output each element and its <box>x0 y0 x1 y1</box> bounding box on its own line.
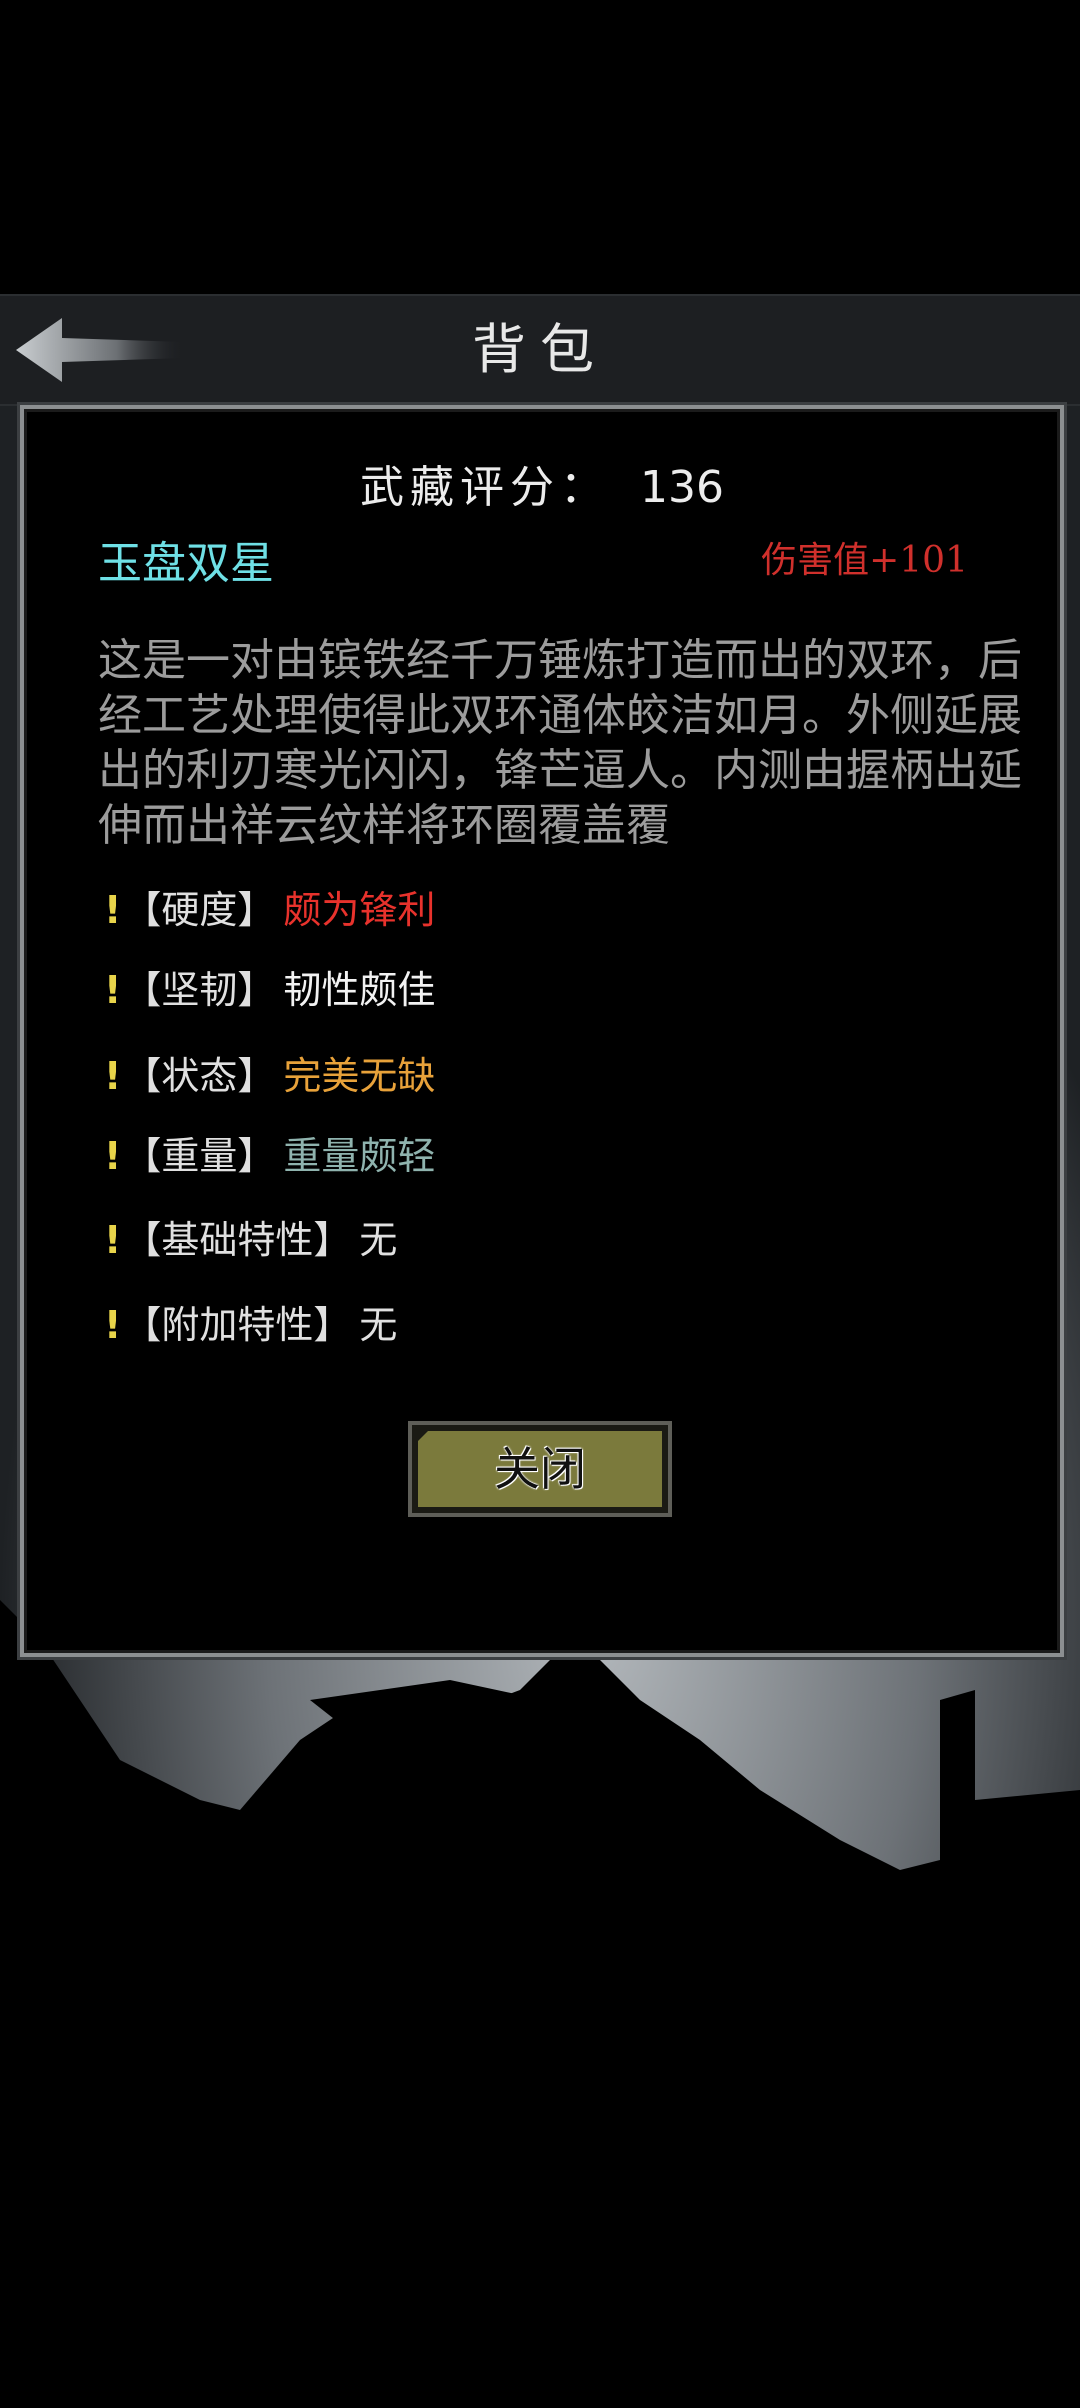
attr-toughness: !【坚韧】 韧性颇佳 <box>104 959 435 1014</box>
attr-value: 无 <box>359 1218 398 1262</box>
item-detail-panel: 武藏评分： 136 玉盘双星 伤害值+101 这是一对由镔铁经千万锤炼打造而出的双… <box>20 405 1064 1657</box>
exclamation-icon: ! <box>104 1054 122 1098</box>
close-button-label: 关闭 <box>494 1442 586 1496</box>
exclamation-icon: ! <box>104 888 122 932</box>
page-title: 背包 <box>472 318 608 381</box>
close-button[interactable]: 关闭 <box>408 1421 672 1517</box>
top-bar: 背包 <box>0 294 1080 406</box>
attr-condition: !【状态】 完美无缺 <box>104 1045 435 1100</box>
attr-weight: !【重量】 重量颇轻 <box>104 1125 435 1180</box>
damage-value: 伤害值+101 <box>761 540 968 581</box>
attr-hardness: !【硬度】 颇为锋利 <box>104 879 435 934</box>
item-name: 玉盘双星 <box>98 538 274 589</box>
attr-label: 【基础特性】 <box>123 1218 352 1262</box>
attr-base-trait: !【基础特性】无 <box>104 1209 397 1264</box>
item-description[interactable]: 这是一对由镔铁经千万锤炼打造而出的双环，后经工艺处理使得此双环通体皎洁如月。外侧… <box>98 633 1038 845</box>
attr-label: 【附加特性】 <box>123 1303 352 1347</box>
score-value: 136 <box>640 462 724 513</box>
score-label: 武藏评分： <box>360 462 610 513</box>
attr-value: 重量颇轻 <box>283 1134 436 1178</box>
attr-value: 无 <box>359 1303 398 1347</box>
attr-value: 颇为锋利 <box>283 888 436 932</box>
attr-label: 【硬度】 <box>123 888 276 932</box>
attr-value: 完美无缺 <box>283 1054 436 1098</box>
exclamation-icon: ! <box>104 1134 122 1178</box>
attr-value: 韧性颇佳 <box>283 968 436 1012</box>
exclamation-icon: ! <box>104 1303 122 1347</box>
attr-label: 【重量】 <box>123 1134 276 1178</box>
score-row: 武藏评分： 136 <box>24 451 1060 515</box>
attr-label: 【状态】 <box>123 1054 276 1098</box>
attr-label: 【坚韧】 <box>123 968 276 1012</box>
exclamation-icon: ! <box>104 1218 122 1262</box>
exclamation-icon: ! <box>104 968 122 1012</box>
attr-extra-trait: !【附加特性】无 <box>104 1294 397 1349</box>
